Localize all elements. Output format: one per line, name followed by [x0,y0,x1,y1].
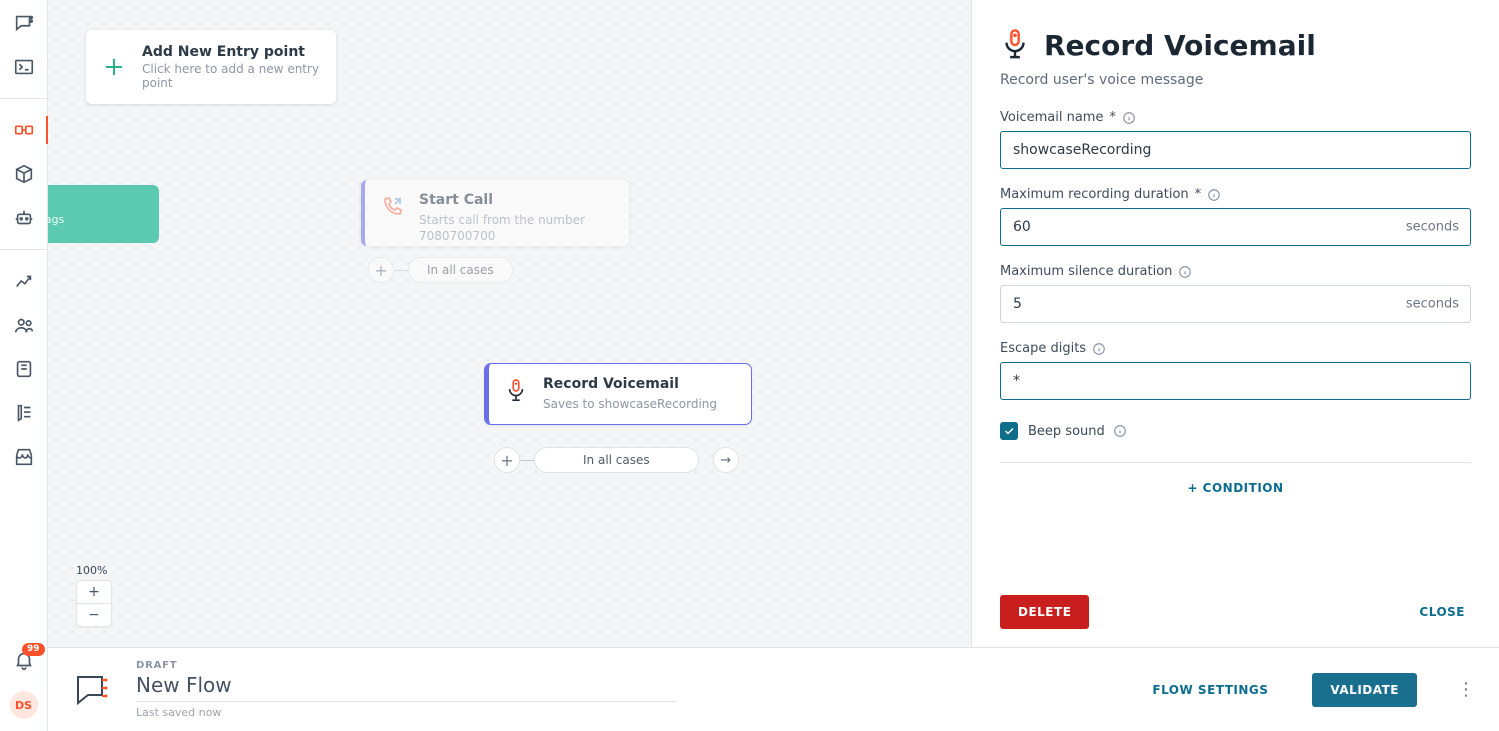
analytics-icon[interactable] [13,270,35,292]
panel-title: Record Voicemail [1044,29,1316,62]
bot-icon[interactable] [13,207,35,229]
zoom-out-button[interactable]: − [77,604,111,626]
add-entry-subtitle: Click here to add a new entry point [142,62,320,90]
add-entry-title: Add New Entry point [142,44,320,60]
last-saved-label: Last saved now [136,706,676,719]
add-entry-card[interactable]: Add New Entry point Click here to add a … [86,30,336,104]
max-silence-label: Maximum silence duration [1000,264,1471,279]
escape-digits-label: Escape digits [1000,341,1471,356]
more-menu-button[interactable]: ⋮ [1457,679,1475,700]
flow-canvas[interactable]: Add New Entry point Click here to add a … [48,0,971,647]
book-icon[interactable] [13,358,35,380]
beep-sound-label: Beep sound [1028,424,1105,439]
info-icon[interactable] [1113,424,1127,438]
branch-pill[interactable]: In all cases [534,447,699,473]
validate-button[interactable]: VALIDATE [1312,673,1417,707]
chat-icon[interactable] [13,12,35,34]
panel-description: Record user's voice message [1000,72,1471,88]
add-condition-button[interactable]: + CONDITION [1000,481,1471,495]
start-call-subtitle: Starts call from the number 7080700700 [419,212,611,244]
bottom-bar: DRAFT New Flow Last saved now FLOW SETTI… [48,647,1499,731]
notifications-button[interactable]: 99 [13,649,35,671]
max-recording-input[interactable] [1000,208,1471,246]
flow-chat-icon [72,670,112,710]
flow-icon[interactable] [13,119,35,141]
avatar[interactable]: DS [10,691,38,719]
node-config-panel: Record Voicemail Record user's voice mes… [971,0,1499,647]
microphone-icon [503,378,529,404]
flow-settings-button[interactable]: FLOW SETTINGS [1146,682,1274,698]
close-button[interactable]: CLOSE [1413,604,1471,620]
start-call-title: Start Call [419,192,611,208]
record-voicemail-title: Record Voicemail [543,376,733,392]
audience-subtitle: s and tags [48,213,147,226]
voicemail-name-input[interactable] [1000,131,1471,169]
record-voicemail-subtitle: Saves to showcaseRecording [543,396,733,412]
beep-sound-checkbox[interactable] [1000,422,1018,440]
flow-name-input[interactable]: New Flow [136,673,676,702]
notifications-badge: 99 [22,643,45,656]
info-icon[interactable] [1092,342,1106,356]
phone-icon [379,194,405,220]
add-branch-button[interactable]: + [494,447,520,473]
audience-title: nce [48,195,147,211]
voicemail-name-label: Voicemail name * [1000,110,1471,125]
add-branch-button[interactable]: + [368,257,394,283]
info-icon[interactable] [1207,188,1221,202]
microphone-icon [1000,28,1030,62]
flow-status: DRAFT [136,660,676,671]
people-icon[interactable] [13,314,35,336]
zoom-in-button[interactable]: + [77,581,111,603]
info-icon[interactable] [1178,265,1192,279]
max-silence-input[interactable] [1000,285,1471,323]
store-icon[interactable] [13,446,35,468]
start-call-node[interactable]: Start Call Starts call from the number 7… [361,180,629,246]
audience-node[interactable]: nce s and tags [48,185,159,243]
max-recording-label: Maximum recording duration * [1000,187,1471,202]
bookmark-list-icon[interactable] [13,402,35,424]
record-voicemail-node[interactable]: Record Voicemail Saves to showcaseRecord… [485,364,751,424]
delete-button[interactable]: DELETE [1000,595,1089,629]
branch-pill[interactable]: In all cases [408,257,513,283]
info-icon[interactable] [1122,111,1136,125]
escape-digits-input[interactable] [1000,362,1471,400]
app-sidebar: 99 DS [0,0,48,731]
zoom-level: 100% [76,564,107,577]
terminal-icon[interactable] [13,56,35,78]
plus-icon [102,55,126,79]
next-step-button[interactable] [713,447,739,473]
package-icon[interactable] [13,163,35,185]
zoom-control: + − [76,580,112,627]
